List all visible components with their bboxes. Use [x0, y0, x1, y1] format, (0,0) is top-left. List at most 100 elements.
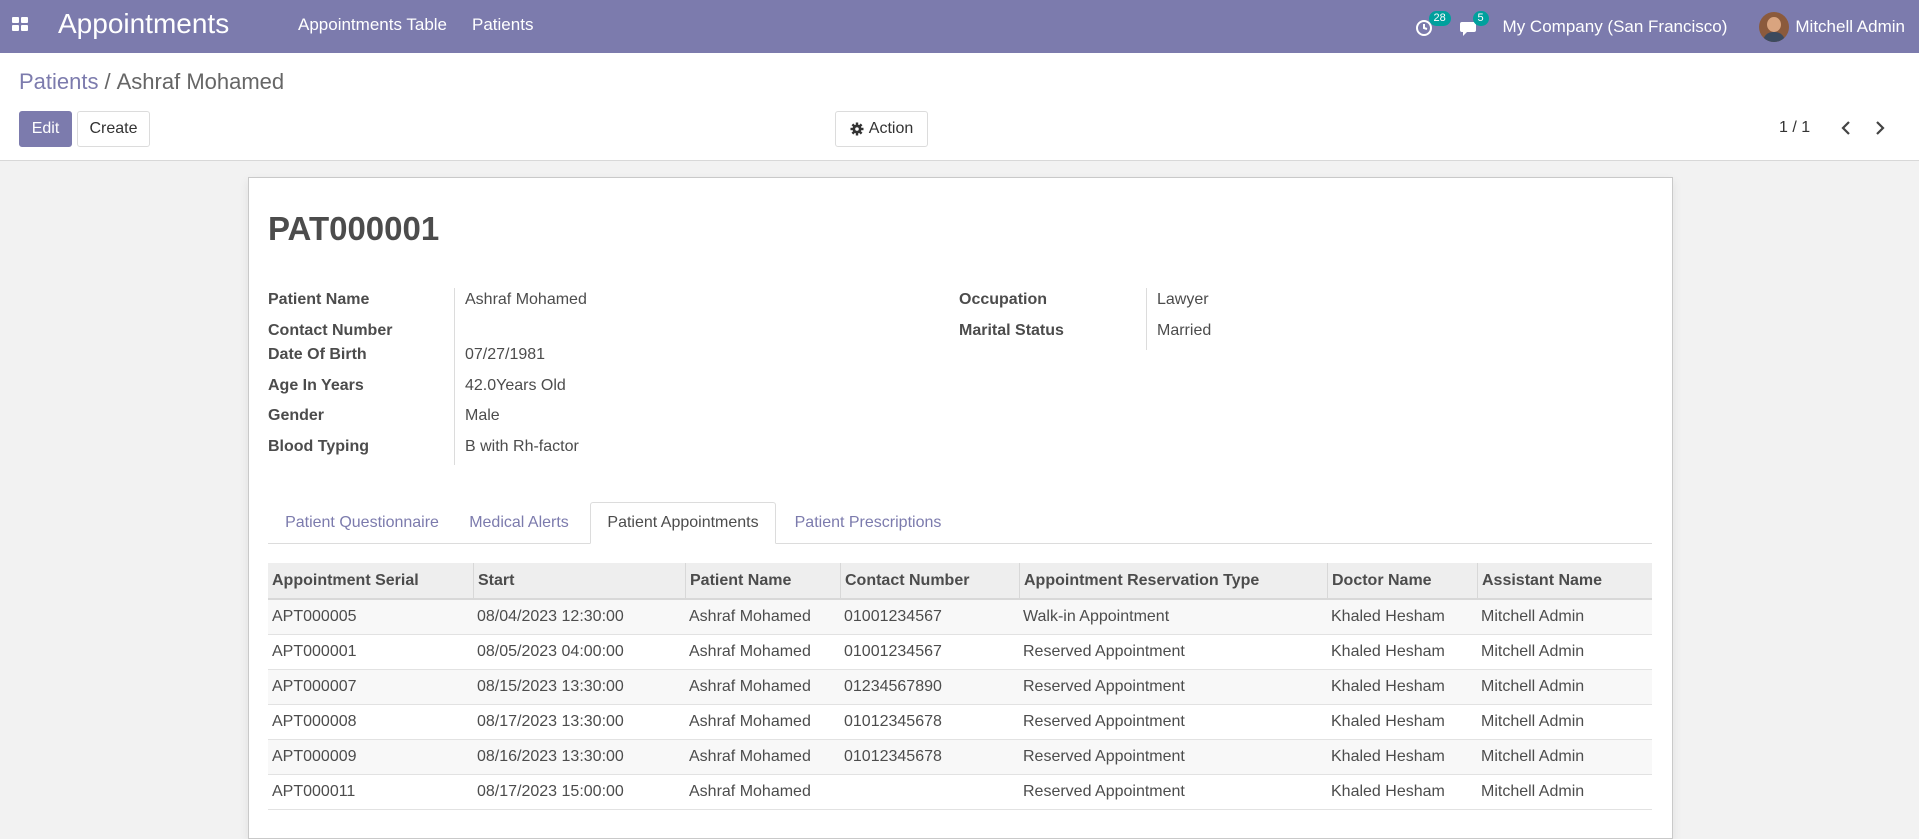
table-cell: Ashraf Mohamed [689, 783, 811, 800]
table-cell: 08/15/2023 13:30:00 [477, 678, 624, 695]
table-cell: Ashraf Mohamed [689, 643, 811, 660]
table-row[interactable]: APT000001 08/05/2023 04:00:00 Ashraf Moham… [268, 635, 1652, 670]
table-cell: 01012345678 [844, 748, 942, 765]
table-cell: Reserved Appointment [1023, 713, 1185, 730]
breadcrumb-separator: / [104, 69, 111, 94]
breadcrumb-current: Ashraf Mohamed [116, 69, 285, 94]
table-cell: Mitchell Admin [1481, 678, 1585, 695]
label-patient-name: Patient Name [268, 291, 370, 308]
column-header[interactable]: Patient Name [685, 563, 840, 598]
label-contact-number: Contact Number [268, 322, 393, 339]
table-cell: Reserved Appointment [1023, 643, 1185, 660]
form-sheet: PAT000001 Patient Name Ashraf Mohamed Co… [248, 177, 1673, 839]
value-marital-status: Married [1157, 322, 1212, 339]
table-cell: Mitchell Admin [1481, 643, 1585, 660]
table-cell: Ashraf Mohamed [689, 748, 811, 765]
table-cell: Khaled Hesham [1331, 783, 1445, 800]
table-cell: 01012345678 [844, 713, 942, 730]
column-header[interactable]: Doctor Name [1327, 563, 1477, 598]
table-cell: Mitchell Admin [1481, 783, 1585, 800]
table-cell: APT000007 [272, 678, 357, 695]
app-title[interactable]: Appointments [58, 8, 229, 40]
pager-previous-icon[interactable] [1838, 119, 1854, 137]
table-cell: Khaled Hesham [1331, 643, 1445, 660]
action-button[interactable]: Action [835, 111, 928, 147]
label-gender: Gender [268, 407, 325, 424]
table-row[interactable]: APT000007 08/15/2023 13:30:00 Ashraf Moham… [268, 670, 1652, 705]
tab-medical-alerts[interactable]: Medical Alerts [456, 502, 582, 543]
user-avatar[interactable] [1759, 11, 1790, 42]
column-header[interactable]: Contact Number [840, 563, 1019, 598]
breadcrumb: Patients / Ashraf Mohamed [19, 69, 284, 95]
edit-button[interactable]: Edit [19, 111, 72, 147]
company-switcher[interactable]: My Company (San Francisco) [1503, 17, 1728, 37]
menu-patients[interactable]: Patients [472, 15, 533, 35]
table-cell: Khaled Hesham [1331, 748, 1445, 765]
pager-value[interactable]: 1 / 1 [1779, 119, 1810, 137]
notebook-tabs: Patient Questionnaire Medical Alerts Pat… [268, 502, 1652, 544]
field-divider [1146, 288, 1147, 350]
table-cell: 08/17/2023 13:30:00 [477, 713, 624, 730]
activity-count-badge: 28 [1428, 10, 1451, 26]
value-age-in-years: 42.0Years Old [465, 377, 566, 394]
table-cell: 01234567890 [844, 678, 942, 695]
table-cell: Ashraf Mohamed [689, 713, 811, 730]
column-header[interactable]: Start [473, 563, 685, 598]
value-date-of-birth: 07/27/1981 [465, 346, 546, 363]
label-date-of-birth: Date Of Birth [268, 346, 367, 363]
table-body: APT000005 08/04/2023 12:30:00 Ashraf Moham… [268, 600, 1652, 810]
user-menu[interactable]: Mitchell Admin [1795, 17, 1905, 37]
table-cell: Ashraf Mohamed [689, 608, 811, 625]
appointments-table: Appointment Serial Start Patient Name Co… [268, 563, 1652, 810]
label-age-in-years: Age In Years [268, 377, 364, 394]
column-header[interactable]: Appointment Serial [268, 563, 473, 598]
top-navbar: Appointments Appointments Table Patients… [0, 0, 1919, 53]
value-blood-typing: B with Rh-factor [465, 438, 579, 455]
table-cell: Khaled Hesham [1331, 713, 1445, 730]
table-cell: 08/16/2023 13:30:00 [477, 748, 624, 765]
apps-menu-icon[interactable] [12, 17, 28, 31]
table-cell: Reserved Appointment [1023, 783, 1185, 800]
table-cell: Walk-in Appointment [1023, 608, 1170, 625]
table-cell: APT000008 [272, 713, 357, 730]
tab-patient-appointments[interactable]: Patient Appointments [590, 502, 776, 544]
record-title: PAT000001 [268, 210, 440, 247]
table-cell: Reserved Appointment [1023, 678, 1185, 695]
table-row[interactable]: APT000005 08/04/2023 12:30:00 Ashraf Moham… [268, 600, 1652, 635]
table-cell: Ashraf Mohamed [689, 678, 811, 695]
tab-patient-prescriptions[interactable]: Patient Prescriptions [776, 502, 960, 543]
value-patient-name: Ashraf Mohamed [465, 291, 587, 308]
pager-next-icon[interactable] [1872, 119, 1888, 137]
label-occupation: Occupation [959, 291, 1048, 308]
label-blood-typing: Blood Typing [268, 438, 370, 455]
message-count-badge: 5 [1472, 10, 1489, 26]
table-row[interactable]: APT000011 08/17/2023 15:00:00 Ashraf Moham… [268, 775, 1652, 810]
messages-chat-icon[interactable]: 5 [1459, 10, 1489, 39]
table-cell: 08/04/2023 12:30:00 [477, 608, 624, 625]
table-row[interactable]: APT000009 08/16/2023 13:30:00 Ashraf Moham… [268, 740, 1652, 775]
table-cell [840, 775, 1019, 809]
column-header[interactable]: Appointment Reservation Type [1019, 563, 1327, 598]
menu-appointments-table[interactable]: Appointments Table [298, 15, 447, 35]
column-header[interactable]: Assistant Name [1477, 563, 1652, 598]
control-panel: Patients / Ashraf Mohamed Edit Create Acti… [0, 53, 1919, 161]
tab-patient-questionnaire[interactable]: Patient Questionnaire [268, 502, 456, 543]
table-cell: APT000009 [272, 748, 357, 765]
table-cell: APT000005 [272, 608, 357, 625]
activity-clock-icon[interactable]: 28 [1415, 10, 1451, 39]
label-marital-status: Marital Status [959, 322, 1064, 339]
table-cell: 01001234567 [844, 643, 942, 660]
table-cell: Reserved Appointment [1023, 748, 1185, 765]
table-row[interactable]: APT000008 08/17/2023 13:30:00 Ashraf Moham… [268, 705, 1652, 740]
table-cell: Khaled Hesham [1331, 678, 1445, 695]
main-menu: Appointments Table Patients [298, 15, 533, 35]
action-label: Action [868, 120, 914, 137]
table-cell: 01001234567 [844, 608, 942, 625]
value-gender: Male [465, 407, 500, 424]
create-button[interactable]: Create [77, 111, 150, 147]
table-cell: APT000001 [272, 643, 357, 660]
gear-icon [850, 122, 864, 136]
breadcrumb-patients-link[interactable]: Patients [19, 69, 99, 94]
table-cell: 08/17/2023 15:00:00 [477, 783, 624, 800]
systray: 28 5 My Company (San Francisco) Mitchell… [1415, 0, 1919, 53]
